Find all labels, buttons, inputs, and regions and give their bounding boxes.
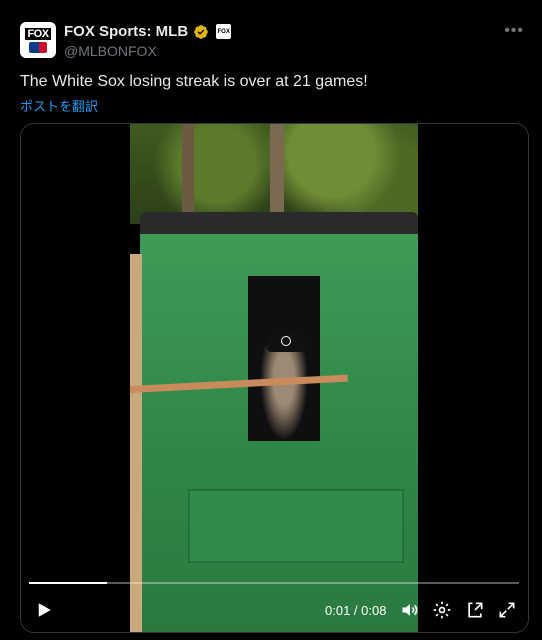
cap-logo-icon: [281, 336, 291, 346]
raccoon: [260, 346, 308, 441]
settings-icon[interactable]: [432, 600, 452, 620]
dumpster-panel: [188, 489, 404, 563]
video-progress-bar[interactable]: [29, 582, 519, 584]
volume-icon[interactable]: [400, 600, 420, 620]
dumpster-lid: [140, 212, 418, 236]
video-frame[interactable]: [130, 124, 418, 632]
play-icon[interactable]: [35, 601, 53, 619]
tree-trunk: [270, 124, 284, 219]
docked-player-icon[interactable]: [465, 600, 485, 620]
video-player[interactable]: 0:01 / 0:08: [20, 123, 529, 633]
mlb-logo-icon: [29, 41, 47, 53]
fullscreen-icon[interactable]: [497, 600, 517, 620]
avatar-logo-text: FOX: [25, 27, 51, 40]
post-text: The White Sox losing streak is over at 2…: [20, 73, 368, 90]
translate-post-link[interactable]: ポストを翻訳: [20, 96, 98, 115]
post-header: FOX FOX Sports: MLB FOX @MLBONFOX •••: [20, 22, 528, 62]
display-name[interactable]: FOX Sports: MLB: [64, 23, 188, 40]
fence-post: [130, 254, 142, 632]
video-time: 0:01 / 0:08: [325, 603, 387, 618]
video-progress-fill: [29, 582, 108, 584]
tree-trunk: [182, 124, 194, 219]
name-row: FOX Sports: MLB FOX: [64, 23, 232, 40]
video-controls: 0:01 / 0:08: [21, 594, 528, 626]
more-options-icon[interactable]: •••: [504, 22, 524, 40]
affiliate-badge: FOX: [216, 24, 232, 39]
avatar[interactable]: FOX: [20, 22, 56, 58]
verified-badge-icon: [194, 24, 209, 39]
user-handle[interactable]: @MLBONFOX: [64, 43, 157, 59]
